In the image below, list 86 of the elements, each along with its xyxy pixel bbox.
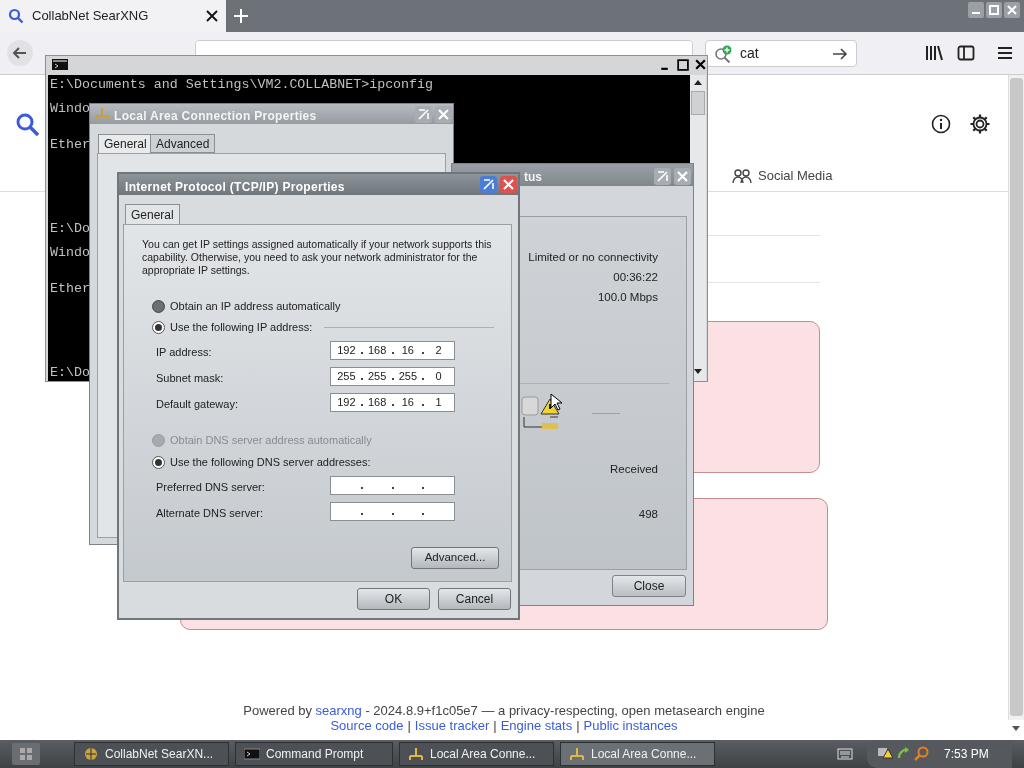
- taskbar-button[interactable]: CollabNet SearXN...: [74, 742, 229, 766]
- search-icon[interactable]: [15, 112, 41, 138]
- field-label: Preferred DNS server:: [156, 480, 265, 495]
- browser-tab[interactable]: CollabNet SearXNG: [0, 0, 226, 32]
- radio-label: Obtain an IP address automatically: [170, 299, 341, 314]
- tab-title: CollabNet SearXNG: [32, 7, 150, 26]
- footer-link[interactable]: Issue tracker: [414, 718, 490, 733]
- received-count: 498: [638, 507, 658, 522]
- footer-text: Powered by searxng - 2024.8.9+f1c05e7 — a privacy-respecting, open metasearch engine: [243, 703, 765, 718]
- field-label: Default gateway:: [156, 397, 238, 412]
- search-field[interactable]: cat: [705, 40, 857, 67]
- ip-field[interactable]: [330, 502, 455, 521]
- close-icon[interactable]: [694, 58, 707, 71]
- network-icon: [408, 746, 424, 762]
- info-icon[interactable]: [931, 114, 951, 134]
- ok-button[interactable]: OK: [357, 588, 430, 610]
- console-line: Ether: [50, 139, 90, 151]
- ip-field[interactable]: 192 168 16 2: [330, 341, 455, 360]
- taskbar-button[interactable]: Local Area Conne...: [399, 742, 554, 766]
- search-add-icon: [714, 44, 732, 63]
- separator: |: [576, 718, 580, 733]
- footer-link[interactable]: Engine stats: [500, 718, 573, 733]
- start-icon[interactable]: [12, 743, 40, 765]
- field-label: Alternate DNS server:: [156, 506, 263, 521]
- field-label: IP address:: [156, 345, 212, 360]
- footer-link[interactable]: Public instances: [583, 718, 678, 733]
- taskbar-button[interactable]: Command Prompt: [235, 742, 393, 766]
- radio-button[interactable]: [152, 299, 165, 313]
- console-line: E:\Do: [50, 367, 90, 379]
- console-icon: [244, 746, 260, 762]
- tab[interactable]: General: [125, 204, 180, 225]
- search-icon: [8, 8, 24, 24]
- radio-label: Use the following IP address:: [170, 320, 313, 335]
- radio-label: Use the following DNS server addresses:: [170, 455, 371, 470]
- maximize-icon[interactable]: [676, 58, 689, 71]
- arrow-right-icon[interactable]: [832, 45, 848, 62]
- console-line: E:\Do: [50, 223, 90, 235]
- search-icon[interactable]: [913, 746, 929, 762]
- close-icon[interactable]: [206, 10, 218, 22]
- plus-icon[interactable]: [233, 8, 249, 24]
- help-icon[interactable]: [654, 168, 671, 185]
- activity-label: Received: [610, 462, 658, 477]
- field-label: Subnet mask:: [156, 371, 224, 386]
- back-icon[interactable]: [6, 39, 34, 67]
- console-line: Ether: [50, 283, 90, 295]
- network-warning-icon[interactable]: [877, 746, 893, 762]
- console-line: Windo: [50, 103, 90, 115]
- keyboard-icon[interactable]: [837, 747, 853, 761]
- network-icon: [569, 746, 585, 762]
- status-value: Limited or no connectivity: [528, 250, 658, 265]
- network-icon: [94, 107, 110, 121]
- library-icon[interactable]: [925, 44, 943, 62]
- people-icon: [732, 168, 752, 184]
- clock: 7:53 PM: [944, 746, 989, 763]
- tab[interactable]: General: [98, 134, 153, 154]
- tab[interactable]: Advanced: [150, 134, 216, 153]
- console-line: E:\Documents and Settings\VM2.COLLABNET>ipconfig: [50, 79, 433, 91]
- advanced-button[interactable]: Advanced...: [411, 547, 499, 569]
- settings-icon[interactable]: [969, 113, 991, 135]
- help-icon[interactable]: [480, 176, 497, 193]
- duration-value: 00:36:22: [613, 270, 658, 285]
- footer-link[interactable]: Source code: [330, 718, 404, 733]
- cancel-button[interactable]: Cancel: [438, 588, 511, 610]
- taskbar-button[interactable]: Local Area Conne...: [560, 742, 715, 766]
- menu-icon[interactable]: [996, 44, 1014, 62]
- window-title: tus: [524, 169, 542, 186]
- close-button[interactable]: Close: [612, 575, 686, 597]
- globe-icon: [83, 746, 99, 762]
- ip-field[interactable]: 255 255 255 0: [330, 367, 455, 386]
- separator: |: [493, 718, 497, 733]
- radio-button[interactable]: [152, 455, 165, 469]
- speed-value: 100.0 Mbps: [597, 290, 658, 305]
- ip-field[interactable]: 192 168 16 1: [330, 393, 455, 412]
- category-tab[interactable]: Social Media: [732, 165, 833, 187]
- console-line: Windo: [50, 247, 90, 259]
- window-title: Internet Protocol (TCP/IP) Properties: [125, 179, 345, 196]
- separator: |: [407, 718, 411, 733]
- ip-field[interactable]: [330, 476, 455, 495]
- console-icon: [52, 59, 68, 70]
- window-title: Local Area Connection Properties: [114, 108, 317, 125]
- radio-label: Obtain DNS server address automatically: [170, 433, 372, 448]
- sidebar-icon[interactable]: [957, 44, 975, 62]
- searxng-link[interactable]: searxng: [315, 703, 362, 718]
- intro-text: You can get IP settings assigned automatically if your network supports this capability. Otherwise, you need to ask your network administrator for the appropriate IP settings.: [142, 238, 493, 277]
- radio-button[interactable]: [152, 320, 165, 334]
- cursor-icon: [550, 393, 562, 411]
